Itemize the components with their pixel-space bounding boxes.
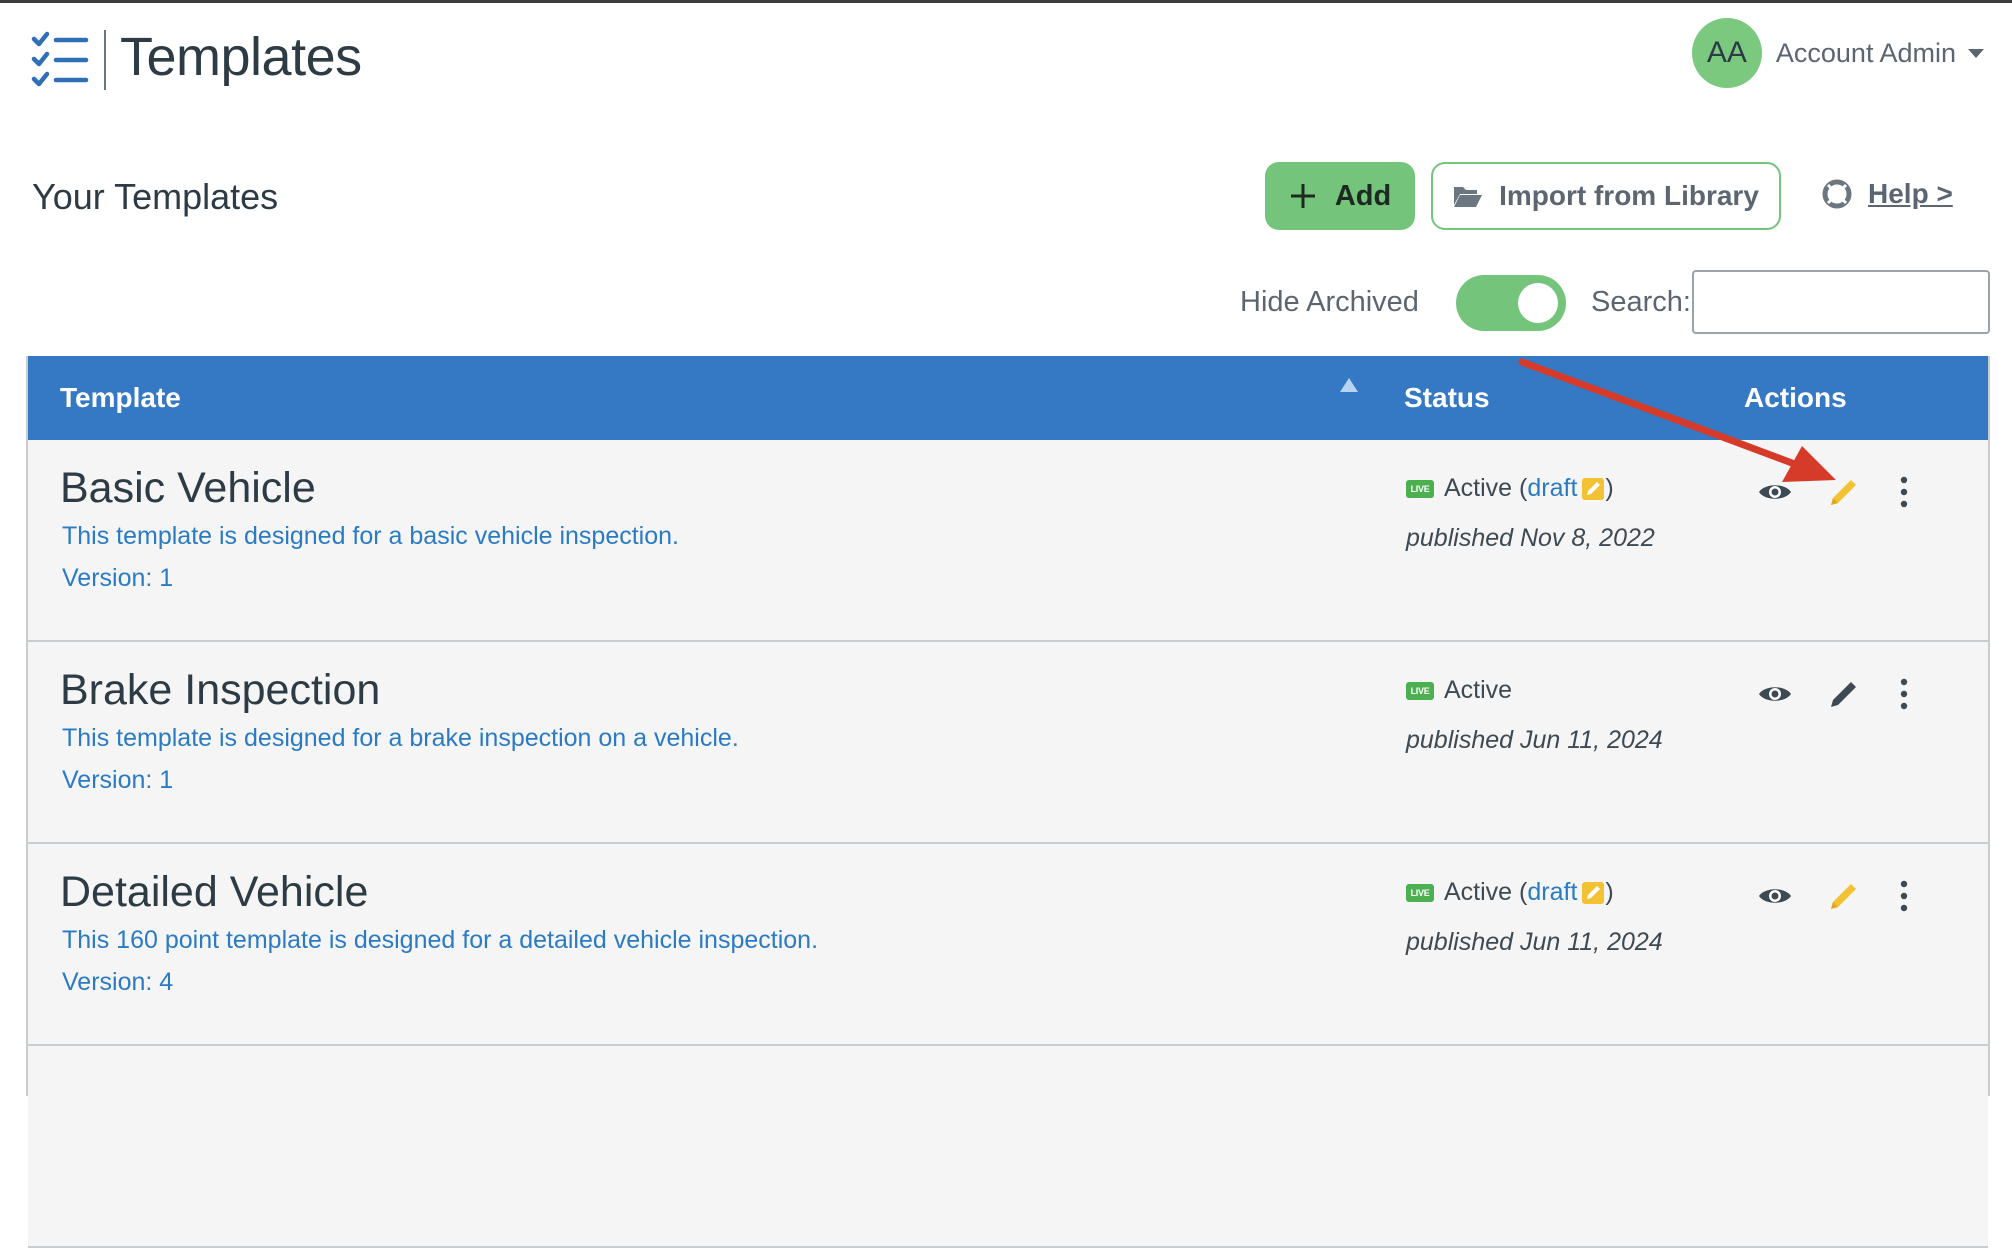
draft-open-paren: ( bbox=[1512, 878, 1528, 906]
template-version: Version: 1 bbox=[62, 564, 174, 592]
table-row: Brake Inspection This template is design… bbox=[28, 642, 1988, 844]
draft-link[interactable]: draft bbox=[1527, 878, 1577, 907]
account-name: Account Admin bbox=[1775, 37, 1956, 68]
checklist-icon bbox=[31, 31, 89, 87]
draft-pencil-icon bbox=[1582, 477, 1605, 500]
template-description: This template is designed for a brake in… bbox=[62, 724, 739, 752]
template-version: Version: 4 bbox=[62, 968, 174, 996]
status-text: Active bbox=[1444, 878, 1513, 906]
status-text: Active bbox=[1444, 474, 1513, 502]
draft-close-paren: ) bbox=[1605, 474, 1614, 502]
published-date: published Jun 11, 2024 bbox=[1406, 928, 1663, 956]
live-badge: LIVE bbox=[1406, 681, 1434, 700]
template-name: Brake Inspection bbox=[60, 666, 381, 714]
search-input[interactable] bbox=[1692, 270, 1990, 334]
search-label: Search: bbox=[1591, 286, 1691, 318]
eye-icon[interactable] bbox=[1755, 876, 1795, 916]
draft-pencil-icon bbox=[1582, 881, 1605, 904]
lifering-icon bbox=[1822, 179, 1852, 209]
published-date: published Jun 11, 2024 bbox=[1406, 726, 1663, 754]
section-title: Your Templates bbox=[32, 176, 279, 217]
live-badge: LIVE bbox=[1406, 883, 1434, 902]
caret-down-icon bbox=[1968, 48, 1984, 58]
table-row: Detailed Vehicle This 160 point template… bbox=[28, 844, 1988, 1046]
column-header-template[interactable]: Template bbox=[60, 382, 181, 414]
more-vertical-icon[interactable] bbox=[1884, 876, 1924, 916]
import-button-label: Import from Library bbox=[1499, 180, 1759, 211]
app-title: Templates bbox=[120, 27, 362, 87]
pencil-icon[interactable] bbox=[1824, 674, 1864, 714]
template-description: This 160 point template is designed for … bbox=[62, 926, 819, 954]
help-label: Help > bbox=[1868, 178, 1953, 209]
column-header-status: Status bbox=[1404, 382, 1490, 413]
top-border bbox=[0, 0, 2012, 3]
template-version: Version: 1 bbox=[62, 766, 174, 794]
add-template-button[interactable]: Add bbox=[1265, 162, 1415, 230]
hide-archived-label: Hide Archived bbox=[1240, 286, 1419, 318]
draft-open-paren: ( bbox=[1512, 474, 1528, 502]
status-text: Active bbox=[1444, 676, 1513, 704]
published-date: published Nov 8, 2022 bbox=[1406, 524, 1655, 552]
eye-icon[interactable] bbox=[1755, 674, 1795, 714]
more-vertical-icon[interactable] bbox=[1884, 472, 1924, 512]
template-name: Basic Vehicle bbox=[60, 464, 316, 512]
table-row: Basic Vehicle This template is designed … bbox=[28, 440, 1988, 642]
live-badge: LIVE bbox=[1406, 479, 1434, 498]
import-from-library-button[interactable]: Import from Library bbox=[1431, 162, 1781, 230]
avatar: AA bbox=[1691, 18, 1762, 88]
logo-divider bbox=[104, 30, 106, 90]
folder-open-icon bbox=[1454, 187, 1483, 207]
draft-close-paren: ) bbox=[1605, 878, 1614, 906]
more-vertical-icon[interactable] bbox=[1884, 674, 1924, 714]
column-header-actions: Actions bbox=[1744, 382, 1847, 413]
plus-icon bbox=[1290, 184, 1315, 208]
add-button-label: Add bbox=[1334, 179, 1392, 212]
status-cell: LIVE Active bbox=[1406, 676, 1512, 705]
hide-archived-toggle[interactable] bbox=[1456, 275, 1566, 331]
pencil-icon[interactable] bbox=[1824, 876, 1864, 916]
help-link[interactable]: Help > bbox=[1822, 178, 1953, 210]
status-cell: LIVE Active ( draft ) bbox=[1406, 878, 1614, 907]
sort-ascending-icon[interactable] bbox=[1340, 378, 1358, 392]
status-cell: LIVE Active ( draft ) bbox=[1406, 474, 1614, 503]
template-description: This template is designed for a basic ve… bbox=[62, 522, 679, 550]
toggle-knob bbox=[1518, 283, 1558, 323]
table-row bbox=[28, 1046, 1988, 1248]
eye-icon[interactable] bbox=[1755, 472, 1795, 512]
template-name: Detailed Vehicle bbox=[60, 868, 369, 916]
pencil-icon[interactable] bbox=[1824, 472, 1864, 512]
table-header: Template Status Actions bbox=[28, 356, 1988, 440]
draft-link[interactable]: draft bbox=[1527, 474, 1577, 503]
account-menu[interactable]: AA Account Admin bbox=[1691, 18, 1984, 88]
templates-table: Template Status Actions Basic Vehicle Th… bbox=[26, 356, 1990, 1248]
